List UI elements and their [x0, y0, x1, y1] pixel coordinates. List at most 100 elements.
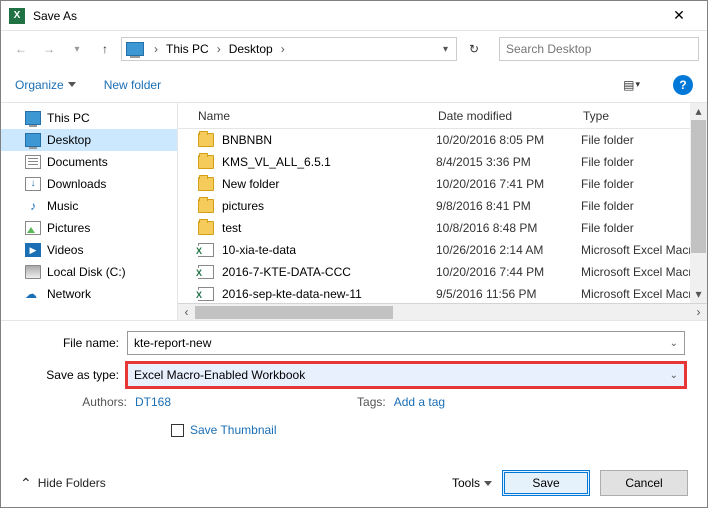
scroll-up-icon[interactable]: ▴	[690, 103, 707, 120]
breadcrumb-this-pc[interactable]: This PC	[162, 38, 213, 60]
tags-label: Tags:	[357, 395, 386, 409]
v-scroll-thumb[interactable]	[691, 120, 706, 253]
file-name-input[interactable]: kte-report-new ⌄	[127, 331, 685, 355]
folder-icon	[198, 177, 214, 191]
save-button[interactable]: Save	[502, 470, 590, 496]
disk-icon	[25, 265, 41, 279]
save-thumbnail-checkbox[interactable]: Save Thumbnail	[171, 423, 277, 437]
file-date: 10/20/2016 7:41 PM	[436, 177, 581, 191]
sidebar-item-downloads[interactable]: ↓Downloads	[1, 173, 177, 195]
search-input[interactable]	[499, 37, 699, 61]
address-bar[interactable]: › This PC › Desktop › ▾	[121, 37, 457, 61]
net-icon: ☁	[25, 287, 41, 301]
h-scrollbar[interactable]: ‹ ›	[178, 303, 707, 320]
chevron-right-icon[interactable]: ›	[213, 42, 225, 56]
col-name[interactable]: Name	[198, 109, 438, 123]
sidebar-item-local-disk-c-[interactable]: Local Disk (C:)	[1, 261, 177, 283]
form-area: File name: kte-report-new ⌄ Save as type…	[1, 321, 707, 448]
hide-folders-button[interactable]: ⌃ Hide Folders	[20, 475, 106, 492]
breadcrumb-desktop[interactable]: Desktop	[225, 38, 277, 60]
scroll-right-icon[interactable]: ›	[690, 305, 707, 320]
title-bar: X Save As ✕	[1, 1, 707, 31]
file-name: BNBNBN	[222, 133, 436, 147]
v-scrollbar[interactable]: ▴ ▾	[690, 103, 707, 303]
sidebar-item-desktop[interactable]: Desktop	[1, 129, 177, 151]
file-type: Microsoft Excel Macro-	[581, 265, 703, 279]
sidebar-item-network[interactable]: ☁ Network	[1, 283, 177, 305]
search-field[interactable]	[506, 42, 692, 56]
vid-icon: ▶	[25, 243, 41, 257]
caret-down-icon[interactable]: ⌄	[670, 370, 678, 381]
column-headers: Name Date modified Type	[178, 103, 707, 129]
toolbar: Organize New folder ▤ ▾ ?	[1, 67, 707, 103]
file-row[interactable]: 2016-7-KTE-DATA-CCC10/20/2016 7:44 PMMic…	[178, 261, 707, 283]
file-type: Microsoft Excel Macro-	[581, 243, 703, 257]
file-row[interactable]: KMS_VL_ALL_6.5.18/4/2015 3:36 PMFile fol…	[178, 151, 707, 173]
excel-icon: X	[9, 8, 25, 24]
file-date: 10/8/2016 8:48 PM	[436, 221, 581, 235]
chevron-right-icon[interactable]: ›	[277, 42, 289, 56]
folder-icon	[198, 155, 214, 169]
doc-icon	[25, 155, 41, 169]
file-type: File folder	[581, 221, 634, 235]
file-name: test	[222, 221, 436, 235]
file-row[interactable]: pictures9/8/2016 8:41 PMFile folder	[178, 195, 707, 217]
pc-icon	[126, 42, 144, 56]
tools-button[interactable]: Tools	[452, 476, 492, 490]
file-name-label: File name:	[23, 336, 127, 350]
sidebar-item-label: Music	[47, 199, 78, 213]
folder-icon	[198, 199, 214, 213]
file-date: 9/8/2016 8:41 PM	[436, 199, 581, 213]
file-row[interactable]: New folder10/20/2016 7:41 PMFile folder	[178, 173, 707, 195]
file-date: 8/4/2015 3:36 PM	[436, 155, 581, 169]
cancel-button[interactable]: Cancel	[600, 470, 688, 496]
chevron-right-icon[interactable]: ›	[150, 42, 162, 56]
authors-value[interactable]: DT168	[135, 395, 171, 409]
sidebar-item-documents[interactable]: Documents	[1, 151, 177, 173]
sidebar-item-label: Downloads	[47, 177, 106, 191]
file-date: 9/5/2016 11:56 PM	[436, 287, 581, 301]
sidebar-item-this-pc[interactable]: This PC	[1, 107, 177, 129]
recent-caret-icon[interactable]: ▾	[65, 37, 89, 61]
sidebar-item-label: Videos	[47, 243, 83, 257]
file-list: BNBNBN10/20/2016 8:05 PMFile folderKMS_V…	[178, 129, 707, 303]
close-icon[interactable]: ✕	[659, 7, 699, 24]
caret-down-icon	[68, 82, 76, 87]
sidebar-item-pictures[interactable]: Pictures	[1, 217, 177, 239]
file-row[interactable]: 2016-sep-kte-data-new-119/5/2016 11:56 P…	[178, 283, 707, 303]
sidebar-item-videos[interactable]: ▶ Videos	[1, 239, 177, 261]
footer: ⌃ Hide Folders Tools Save Cancel	[0, 458, 708, 508]
address-caret-icon[interactable]: ▾	[443, 44, 448, 55]
chevron-up-icon: ⌃	[20, 475, 32, 492]
save-type-select[interactable]: Excel Macro-Enabled Workbook ⌄	[127, 363, 685, 387]
file-name: KMS_VL_ALL_6.5.1	[222, 155, 436, 169]
up-icon[interactable]: ↑	[93, 37, 117, 61]
sidebar: This PC DesktopDocuments↓Downloads♪MusicP…	[1, 103, 177, 320]
folder-icon	[198, 221, 214, 235]
sidebar-item-label: Network	[47, 287, 91, 301]
organize-button[interactable]: Organize	[15, 78, 76, 92]
h-scroll-thumb[interactable]	[195, 306, 393, 319]
file-date: 10/20/2016 8:05 PM	[436, 133, 581, 147]
refresh-icon[interactable]: ↻	[461, 37, 487, 61]
sidebar-item-music[interactable]: ♪Music	[1, 195, 177, 217]
back-icon[interactable]: ←	[9, 37, 33, 61]
help-icon[interactable]: ?	[673, 75, 693, 95]
tags-value[interactable]: Add a tag	[394, 395, 445, 409]
xlsm-icon	[198, 287, 214, 301]
caret-down-icon[interactable]: ⌄	[670, 338, 678, 349]
new-folder-button[interactable]: New folder	[104, 78, 161, 92]
file-row[interactable]: test10/8/2016 8:48 PMFile folder	[178, 217, 707, 239]
file-row[interactable]: 10-xia-te-data10/26/2016 2:14 AMMicrosof…	[178, 239, 707, 261]
sidebar-item-label: This PC	[47, 111, 90, 125]
scroll-left-icon[interactable]: ‹	[178, 305, 195, 320]
view-options-button[interactable]: ▤ ▾	[618, 75, 645, 95]
file-date: 10/20/2016 7:44 PM	[436, 265, 581, 279]
file-row[interactable]: BNBNBN10/20/2016 8:05 PMFile folder	[178, 129, 707, 151]
scroll-down-icon[interactable]: ▾	[690, 286, 707, 303]
file-name: 2016-sep-kte-data-new-11	[222, 287, 436, 301]
col-type[interactable]: Type	[583, 109, 707, 123]
file-type: Microsoft Excel Macro-	[581, 287, 703, 301]
col-date[interactable]: Date modified	[438, 109, 583, 123]
monitor-icon	[25, 111, 41, 125]
